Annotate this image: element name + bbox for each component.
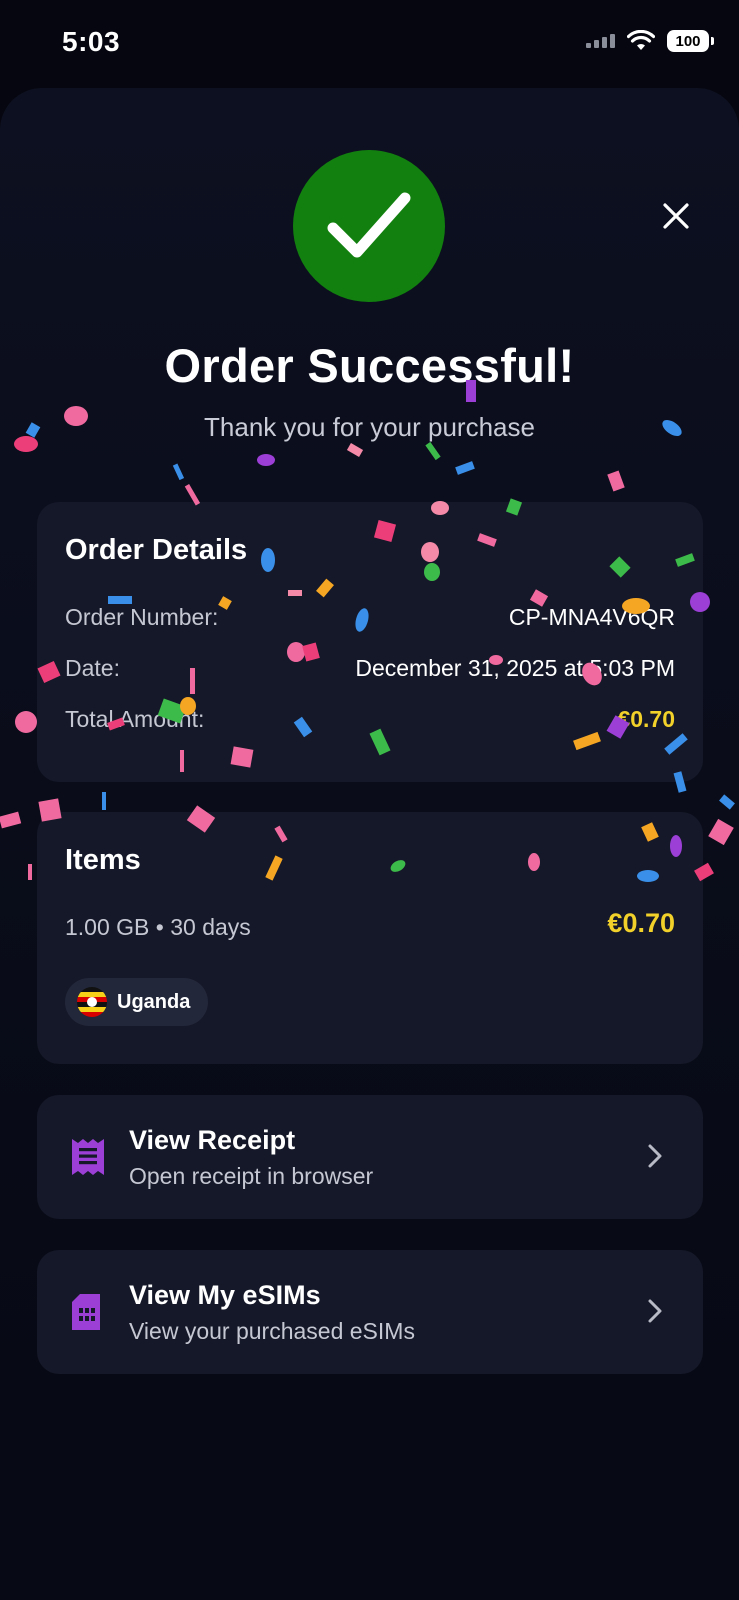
view-esims-title: View My eSIMs <box>129 1280 321 1310</box>
view-esims-subtitle: View your purchased eSIMs <box>129 1318 415 1344</box>
view-receipt-subtitle: Open receipt in browser <box>129 1163 374 1189</box>
date-label: Date: <box>65 655 120 681</box>
success-check-icon <box>293 150 445 302</box>
item-description: 1.00 GB • 30 days <box>65 914 251 940</box>
status-bar: 5:03 100 <box>0 0 739 90</box>
page-subtitle: Thank you for your purchase <box>204 412 535 442</box>
status-time: 5:03 <box>62 26 121 57</box>
status-icons: 100 <box>586 30 714 52</box>
total-amount-label: Total Amount: <box>65 706 205 732</box>
country-chip: Uganda <box>65 978 209 1026</box>
wifi-icon <box>627 30 655 50</box>
chevron-right-icon <box>648 1299 662 1323</box>
items-title: Items <box>65 844 141 876</box>
order-details-card: Order Details Order Number: CP-MNA4V6QR … <box>37 502 703 782</box>
view-receipt-button[interactable]: View Receipt Open receipt in browser <box>37 1095 703 1219</box>
item-price: €0.70 <box>607 908 675 938</box>
view-esims-button[interactable]: View My eSIMs View your purchased eSIMs <box>37 1250 703 1374</box>
chevron-right-icon <box>648 1144 662 1168</box>
country-label: Uganda <box>117 990 191 1013</box>
sim-card-icon <box>72 1294 100 1330</box>
page-title: Order Successful! <box>164 339 575 392</box>
items-card: Items 1.00 GB • 30 days €0.70 Uganda <box>37 812 703 1064</box>
order-number-label: Order Number: <box>65 604 219 630</box>
view-receipt-title: View Receipt <box>129 1125 296 1155</box>
total-amount-value: €0.70 <box>617 706 675 732</box>
close-icon <box>663 203 689 229</box>
battery-indicator: 100 <box>667 30 714 52</box>
uganda-flag-icon <box>77 987 107 1017</box>
cellular-signal-icon <box>586 34 615 48</box>
receipt-icon <box>72 1139 104 1175</box>
order-number-value: CP-MNA4V6QR <box>508 604 675 630</box>
close-button[interactable] <box>656 196 696 236</box>
order-details-title: Order Details <box>65 534 248 566</box>
date-value: December 31, 2025 at 5:03 PM <box>355 655 675 681</box>
